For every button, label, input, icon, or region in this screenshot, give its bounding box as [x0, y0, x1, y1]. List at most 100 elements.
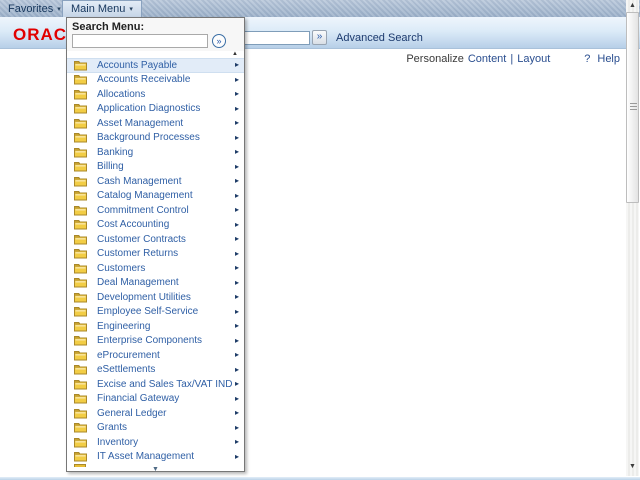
submenu-arrow-icon: ▸: [234, 89, 239, 99]
menu-item-label: Allocations: [97, 88, 146, 100]
folder-icon: [74, 350, 87, 361]
menu-item[interactable]: Cost Accounting ▸: [67, 218, 244, 233]
menu-item[interactable]: Application Diagnostics ▸: [67, 102, 244, 117]
menu-item[interactable]: Accounts Payable ▸: [67, 58, 244, 73]
menu-item-label: Engineering: [97, 320, 151, 332]
scrollbar-up-icon[interactable]: ▲: [626, 1, 639, 11]
main-menu-tab[interactable]: Main Menu ▾: [62, 0, 142, 17]
menu-item-label: Commitment Control: [97, 204, 189, 216]
header-nav-links: [532, 19, 616, 33]
submenu-arrow-icon: ▸: [234, 437, 239, 447]
advanced-search-link[interactable]: Advanced Search: [336, 32, 423, 44]
menu-item[interactable]: IT Asset Management ▸: [67, 450, 244, 465]
chevron-down-icon: ▾: [129, 6, 133, 13]
menu-item-label: Customer Returns: [97, 248, 179, 260]
menu-item[interactable]: Allocations ▸: [67, 87, 244, 102]
folder-icon: [74, 394, 87, 404]
menu-item[interactable]: Grants ▸: [67, 421, 244, 436]
menu-item[interactable]: Asset Management ▸: [67, 116, 244, 131]
menu-item[interactable]: Excise and Sales Tax/VAT IND ▸: [67, 377, 244, 392]
menu-item[interactable]: Customers ▸: [67, 261, 244, 276]
menu-item-label: Development Utilities: [97, 291, 191, 303]
scrollbar-thumb[interactable]: [626, 12, 639, 203]
menu-item[interactable]: Background Processes ▸: [67, 131, 244, 146]
folder-icon: [74, 336, 87, 346]
menu-item-label: Customer Contracts: [97, 233, 186, 245]
menu-item[interactable]: eSettlements ▸: [67, 363, 244, 378]
menu-scroll-up-icon[interactable]: ▲: [67, 51, 244, 58]
help-link[interactable]: Help: [597, 53, 620, 65]
folder-icon: [74, 437, 87, 448]
submenu-arrow-icon: ▸: [234, 161, 239, 171]
menu-item[interactable]: Catalog Management ▸: [67, 189, 244, 204]
submenu-arrow-icon: ▸: [234, 147, 239, 157]
folder-icon: [74, 307, 87, 317]
submenu-arrow-icon: ▸: [234, 292, 239, 302]
menu-item[interactable]: Financial Gateway ▸: [67, 392, 244, 407]
menu-item[interactable]: Engineering ▸: [67, 319, 244, 334]
main-menu-dropdown: Search Menu: » ▲ Accounts Payable ▸ Acco…: [66, 17, 245, 473]
menu-item-label: Enterprise Components: [97, 335, 203, 347]
menu-footer: ▼: [67, 464, 244, 473]
submenu-arrow-icon: ▸: [234, 379, 239, 389]
menu-item[interactable]: Inventory ▸: [67, 435, 244, 450]
folder-icon: [74, 278, 87, 288]
banner-search-go-icon[interactable]: »: [312, 30, 327, 45]
submenu-arrow-icon: ▸: [234, 335, 239, 345]
folder-icon: [74, 365, 87, 375]
folder-icon: [74, 408, 87, 419]
folder-icon: [74, 234, 87, 245]
submenu-arrow-icon: ▸: [234, 350, 239, 360]
menu-scroll-down-icon[interactable]: ▼: [67, 466, 244, 473]
menu-item[interactable]: Billing ▸: [67, 160, 244, 175]
menu-item-label: IT Asset Management: [97, 451, 195, 463]
menu-item-label: General Ledger: [97, 407, 167, 419]
favorites-menu-tab[interactable]: Favorites ▾: [0, 0, 69, 17]
menu-item-label: Background Processes: [97, 132, 200, 144]
scrollbar-down-icon[interactable]: ▼: [626, 462, 639, 472]
menu-item-label: Grants: [97, 422, 128, 434]
folder-icon: [74, 191, 87, 201]
menu-search-input[interactable]: [72, 34, 208, 48]
menu-item-label: Inventory: [97, 436, 139, 448]
menu-item[interactable]: Customer Contracts ▸: [67, 232, 244, 247]
menu-item[interactable]: Banking ▸: [67, 145, 244, 160]
menu-item-label: Accounts Receivable: [97, 74, 191, 86]
vertical-scrollbar[interactable]: ▲ ▼: [626, 0, 639, 476]
search-menu-label: Search Menu:: [72, 21, 145, 33]
menu-item[interactable]: General Ledger ▸: [67, 406, 244, 421]
menu-item[interactable]: Accounts Receivable ▸: [67, 73, 244, 88]
menu-search-go-icon[interactable]: »: [212, 34, 226, 48]
menu-item[interactable]: Employee Self-Service ▸: [67, 305, 244, 320]
submenu-arrow-icon: ▸: [234, 118, 239, 128]
folder-icon: [74, 104, 87, 114]
help-icon[interactable]: ?: [584, 53, 590, 65]
submenu-arrow-icon: ▸: [234, 205, 239, 215]
favorites-label: Favorites: [8, 2, 54, 15]
submenu-arrow-icon: ▸: [234, 408, 239, 418]
menu-item-label: Deal Management: [97, 277, 179, 289]
submenu-arrow-icon: ▸: [234, 321, 239, 331]
submenu-arrow-icon: ▸: [234, 74, 239, 84]
menu-item[interactable]: Cash Management ▸: [67, 174, 244, 189]
menu-item[interactable]: Commitment Control ▸: [67, 203, 244, 218]
submenu-arrow-icon: ▸: [234, 219, 239, 229]
submenu-arrow-icon: ▸: [234, 234, 239, 244]
chevron-down-icon: ▾: [57, 5, 61, 13]
menu-item[interactable]: eProcurement ▸: [67, 348, 244, 363]
menu-item[interactable]: Development Utilities ▸: [67, 290, 244, 305]
personalize-label: Personalize: [406, 53, 464, 65]
scrollbar-grip-icon: [630, 103, 637, 110]
menu-item-label: Cost Accounting: [97, 219, 170, 231]
folder-icon: [74, 205, 87, 216]
folder-icon: [74, 162, 87, 172]
submenu-arrow-icon: ▸: [234, 60, 239, 70]
page-actions-row: Personalize Content | Layout ? Help: [406, 53, 620, 65]
folder-icon: [74, 263, 87, 274]
menu-item[interactable]: Deal Management ▸: [67, 276, 244, 291]
menu-item[interactable]: Customer Returns ▸: [67, 247, 244, 262]
personalize-layout-link[interactable]: Layout: [517, 53, 550, 65]
folder-icon: [74, 147, 87, 158]
menu-item[interactable]: Enterprise Components ▸: [67, 334, 244, 349]
personalize-content-link[interactable]: Content: [468, 53, 507, 65]
